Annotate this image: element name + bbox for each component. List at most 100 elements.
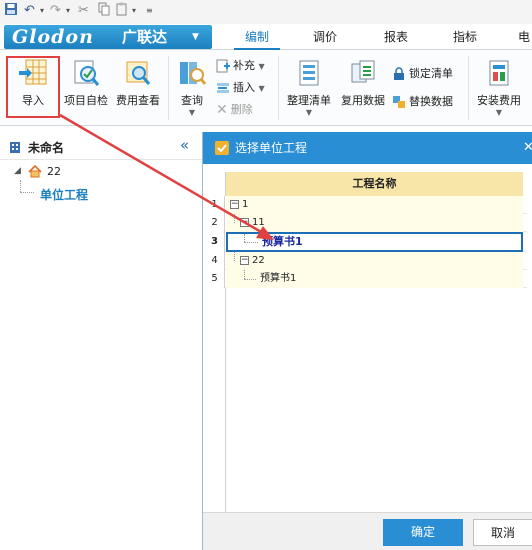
tree-expand-icon[interactable]: ◢ [14,166,21,176]
customize-toolbar-icon[interactable]: ≡ [146,2,153,20]
copy-data-button[interactable]: 复用数据 [338,58,388,108]
query-label: 查询 [181,94,203,107]
paste-icon[interactable] [116,2,128,20]
ribbon-tab-bar: Glodon 广联达 ▼ 编制 调价 报表 指标 电 [0,24,532,50]
install-cost-label: 安装费用 [477,94,521,107]
tree-line [244,242,258,243]
organize-list-button[interactable]: 整理清单 ▼ [284,58,334,117]
dialog-title: 选择单位工程 [235,141,308,155]
insert-icon [217,83,229,93]
lock-icon [394,67,404,80]
ribbon-separator [468,56,469,120]
collapse-toggle-icon[interactable]: − [230,200,239,209]
row-cell: 预算书1 [226,270,523,288]
insert-button[interactable]: 插入 ▼ [216,78,265,98]
row-number: 1 [205,196,225,214]
query-dropdown-icon: ▼ [188,108,196,117]
install-cost-dropdown-icon: ▼ [495,108,503,117]
table-row-selected[interactable]: 3 预算书1 [205,232,527,252]
supplement-label: 补充 [233,59,255,72]
query-icon [180,62,207,85]
lock-list-label: 锁定清单 [409,67,453,80]
copy-icon[interactable] [98,2,110,20]
app-logo[interactable]: Glodon 广联达 ▼ [4,25,212,49]
row-label: 预算书1 [260,273,297,284]
project-check-button[interactable]: 项目自检 [62,58,110,108]
redo-dropdown-icon[interactable]: ▾ [66,2,70,20]
cut-icon[interactable]: ✂ [78,2,89,20]
ok-button[interactable]: 确定 [383,519,463,546]
tree-line [20,192,34,193]
redo-icon[interactable]: ↷ [50,2,61,20]
tab-reports[interactable]: 报表 [376,24,416,50]
logo-cn-text: 广联达 [122,28,168,46]
row-cell: − 11 [226,214,523,232]
query-button[interactable]: 查询 ▼ [174,58,210,117]
tree-line [234,214,235,223]
tab-price-adjust[interactable]: 调价 [305,24,345,50]
project-title: 未命名 [28,141,65,155]
house-icon [28,165,42,178]
tree-node-22[interactable]: 22 [47,165,61,178]
row-cell: 预算书1 [226,232,523,252]
table-row[interactable]: 5 预算书1 [205,270,527,288]
select-unit-project-dialog: 选择单位工程 ✕ 工程名称 1 − 1 2 − 11 3 预算书1 4 − 22… [202,132,532,550]
row-label: 22 [252,255,265,266]
logo-text: Glodon [12,26,94,48]
tree-line [20,180,21,192]
row-number-gutter [205,288,226,550]
ribbon-separator [278,56,279,120]
row-cell: − 1 [226,196,523,214]
left-panel-header: 未命名 « [0,134,202,160]
delete-button[interactable]: ✕ 删除 [216,100,253,120]
tab-compile[interactable]: 编制 [234,24,280,50]
column-header-project-name[interactable]: 工程名称 [226,172,523,196]
cost-view-icon [126,61,151,85]
dialog-close-icon[interactable]: ✕ [523,132,532,164]
replace-data-button[interactable]: 替换数据 [392,92,453,112]
tab-electronic[interactable]: 电 [516,24,532,50]
insert-label: 插入 [233,81,255,94]
cost-view-button[interactable]: 费用查看 [114,58,162,108]
tree-line [234,252,235,261]
table-row[interactable]: 2 − 11 [205,214,527,232]
tree-node-unit-project[interactable]: 单位工程 [40,186,88,203]
supplement-button[interactable]: 补充 ▼ [216,56,265,76]
logo-menu-caret-icon: ▼ [192,32,199,42]
row-cell: − 22 [226,252,523,270]
project-check-label: 项目自检 [64,94,108,107]
supplement-icon [216,59,230,73]
row-label: 预算书1 [262,235,303,248]
dialog-app-icon [215,141,229,155]
ribbon-separator [168,56,169,120]
organize-list-dropdown-icon: ▼ [305,108,313,117]
install-cost-button[interactable]: 安装费用 ▼ [474,58,524,117]
collapse-toggle-icon[interactable]: − [240,256,249,265]
table-row[interactable]: 1 − 1 [205,196,527,214]
table-row[interactable]: 4 − 22 [205,252,527,270]
row-number: 4 [205,252,225,270]
install-cost-icon [489,60,509,86]
dialog-footer: 确定 取消 [203,512,532,550]
delete-label: 删除 [230,103,253,116]
tab-indicators[interactable]: 指标 [445,24,485,50]
collapse-panel-icon[interactable]: « [180,136,189,154]
lock-list-button[interactable]: 锁定清单 [392,64,453,84]
save-icon[interactable] [4,2,18,20]
tree-line [244,234,245,242]
undo-icon[interactable]: ↶ [24,2,35,20]
tree-line [244,270,245,279]
delete-icon: ✕ [216,102,228,118]
row-number: 3 [205,232,225,252]
undo-dropdown-icon[interactable]: ▾ [40,2,44,20]
ribbon-panel: 导入 项目自检 费用查看 查询 ▼ 补充 ▼ 插入 ▼ ✕ 删除 整理清单 ▼ … [0,50,532,126]
import-highlight-box [6,56,60,118]
replace-data-icon [393,96,405,108]
dialog-title-bar: 选择单位工程 ✕ [203,132,532,164]
collapse-toggle-icon[interactable]: − [240,218,249,227]
cost-view-label: 费用查看 [116,94,160,107]
paste-dropdown-icon[interactable]: ▾ [132,2,136,20]
cancel-button[interactable]: 取消 [473,519,532,546]
grid-corner [205,172,226,196]
row-number: 2 [205,214,225,232]
